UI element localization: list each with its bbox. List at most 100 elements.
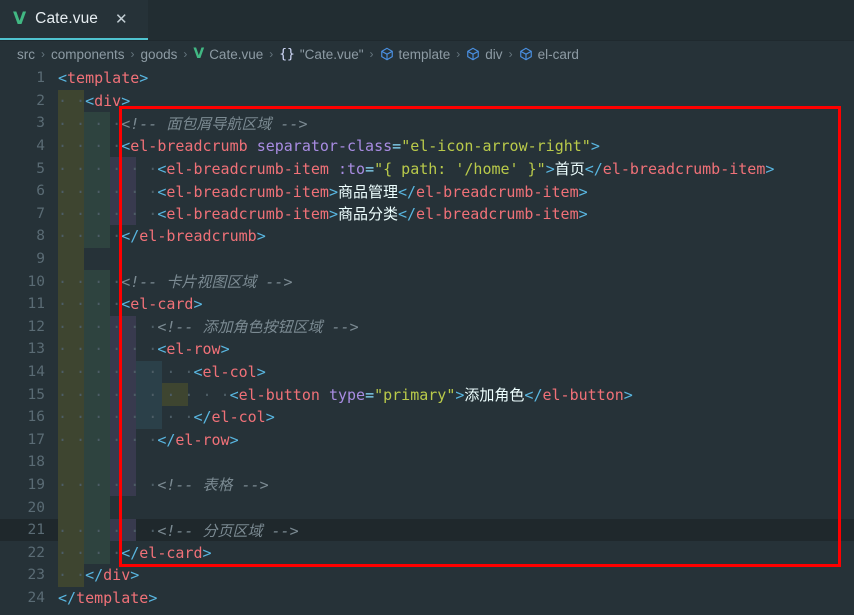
token-tag: div (103, 566, 131, 585)
code-content: · · · · · ·<el-breadcrumb-item>商品管理</el-… (58, 179, 854, 203)
code-line[interactable]: 4 · · · ·<el-breadcrumb separator-class=… (0, 134, 854, 158)
breadcrumb-item-div[interactable]: div (466, 47, 503, 62)
line-number: 7 (36, 205, 45, 222)
code-line[interactable]: 6 · · · · · ·<el-breadcrumb-item>商品管理</e… (0, 179, 854, 203)
code-line[interactable]: 18 (0, 451, 854, 474)
breadcrumb-item-goods[interactable]: goods (141, 47, 178, 62)
line-number: 16 (27, 409, 45, 426)
code-line[interactable]: 5 · · · · · ·<el-breadcrumb-item :to="{ … (0, 157, 854, 180)
breadcrumb-item-template[interactable]: template (380, 47, 450, 62)
code-content: · ·<div> (58, 89, 854, 113)
token-tag: el-col (202, 363, 257, 382)
breadcrumb-item-cate-vue-symbol[interactable]: {} "Cate.vue" (279, 47, 363, 62)
code-line[interactable]: 12 · · · · · ·<!-- 添加角色按钮区域 --> (0, 315, 854, 339)
line-number: 14 (27, 364, 45, 381)
code-content (58, 247, 854, 271)
code-line[interactable]: 14 · · · · · · · ·<el-col> (0, 360, 854, 384)
chevron-right-icon: › (369, 47, 374, 61)
code-content: · · · · · ·<!-- 添加角色按钮区域 --> (58, 315, 854, 339)
code-line[interactable]: 23 · ·</div> (0, 564, 854, 587)
token-attr: :to (337, 160, 366, 179)
line-number: 2 (36, 92, 45, 109)
token-comment: <!-- 面包屑导航区域 --> (121, 114, 308, 133)
line-number: 6 (36, 183, 45, 200)
code-content: · · · ·<!-- 卡片视图区域 --> (58, 270, 854, 293)
token-text: 商品分类 (337, 205, 398, 224)
token-string: "el-icon-arrow-right" (401, 137, 591, 156)
code-line[interactable]: 11 · · · ·<el-card> (0, 292, 854, 316)
breadcrumb-label: components (51, 46, 125, 62)
chevron-right-icon: › (41, 47, 45, 61)
line-number: 19 (27, 476, 45, 493)
token-comment: <!-- 表格 --> (157, 476, 269, 495)
breadcrumb-item-el-card[interactable]: el-card (519, 47, 579, 62)
code-content: · · · ·</el-card> (58, 541, 854, 565)
cube-icon (519, 47, 533, 61)
chevron-right-icon: › (456, 47, 461, 61)
line-number: 18 (27, 454, 45, 471)
code-line[interactable]: 10 · · · ·<!-- 卡片视图区域 --> (0, 270, 854, 293)
breadcrumb-label: Cate.vue (209, 46, 264, 62)
code-content: · · · ·<el-card> (58, 292, 854, 316)
chevron-right-icon: › (130, 47, 135, 61)
code-content: <template> (58, 69, 149, 88)
code-line[interactable]: 17 · · · · · ·</el-row> (0, 428, 854, 452)
code-line[interactable]: 3 · · · ·<!-- 面包屑导航区域 --> (0, 112, 854, 135)
code-content: · · · ·<el-breadcrumb separator-class="e… (58, 134, 854, 158)
code-line[interactable]: 19 · · · · · ·<!-- 表格 --> (0, 473, 854, 497)
token-tag: template (67, 69, 140, 88)
token-tag: el-breadcrumb-item (602, 160, 766, 179)
code-content: · · · · · ·<el-breadcrumb-item>商品分类</el-… (58, 202, 854, 226)
line-number: 24 (27, 589, 45, 606)
code-line[interactable]: 9 (0, 247, 854, 271)
tab-cate-vue[interactable]: V Cate.vue ✕ (0, 0, 148, 40)
token-tag: el-breadcrumb-item (416, 182, 579, 201)
breadcrumb-label: el-card (537, 46, 579, 62)
code-line[interactable]: 16 · · · · · · · ·</el-col> (0, 405, 854, 429)
token-tag: template (76, 588, 149, 607)
token-text: 商品管理 (337, 182, 398, 201)
code-line[interactable]: 13 · · · · · ·<el-row> (0, 338, 854, 361)
code-line[interactable]: 15 · · · · · · · · · ·<el-button type="p… (0, 383, 854, 406)
code-line[interactable]: 24 </template> (0, 587, 854, 610)
vscode-editor-window: V Cate.vue ✕ src › components › goods › … (0, 0, 854, 615)
breadcrumb-label: "Cate.vue" (299, 46, 364, 62)
editor-tab-bar: V Cate.vue ✕ (0, 0, 854, 41)
tab-label: Cate.vue (35, 10, 99, 27)
token-text: 添加角色 (464, 386, 525, 405)
token-tag: div (94, 91, 122, 110)
code-content: · · · · · ·<el-breadcrumb-item :to="{ pa… (58, 157, 854, 180)
code-line[interactable]: 22 · · · ·</el-card> (0, 541, 854, 565)
code-content (58, 496, 854, 519)
line-number: 23 (27, 567, 45, 584)
token-string: "primary" (374, 386, 456, 405)
cube-icon (466, 47, 480, 61)
token-tag: el-card (130, 295, 194, 314)
token-text: 首页 (554, 160, 585, 179)
code-content: · · · · · · · ·<el-col> (58, 360, 854, 384)
breadcrumb-item-cate-vue[interactable]: V Cate.vue (193, 46, 263, 62)
close-icon[interactable]: ✕ (115, 12, 128, 27)
code-line[interactable]: 1 <template> (0, 67, 854, 90)
line-number: 1 (36, 70, 45, 87)
line-number: 5 (36, 160, 45, 177)
breadcrumb-label: src (17, 46, 35, 62)
code-line[interactable]: 2 · ·<div> (0, 89, 854, 113)
token-tag: el-card (139, 543, 203, 562)
line-number: 20 (27, 499, 45, 516)
vue-v-icon: V (13, 8, 27, 29)
code-line[interactable]: 8 · · · ·</el-breadcrumb> (0, 225, 854, 248)
code-content: · · · · · ·<!-- 分页区域 --> (58, 518, 854, 542)
code-editor[interactable]: 1 <template> 2 · ·<div> 3 · · · ·<!-- 面包… (0, 67, 854, 615)
code-line[interactable]: 7 · · · · · ·<el-breadcrumb-item>商品分类</e… (0, 202, 854, 226)
code-content: </template> (58, 588, 158, 607)
breadcrumb-item-components[interactable]: components (51, 47, 125, 62)
line-number: 12 (27, 318, 45, 335)
breadcrumb-item-src[interactable]: src (17, 47, 35, 62)
line-number: 3 (36, 115, 45, 132)
vue-v-icon: V (193, 46, 205, 62)
code-line[interactable]: 20 (0, 496, 854, 519)
code-line-current[interactable]: 21 · · · · · ·<!-- 分页区域 --> (0, 518, 854, 542)
token-tag: el-breadcrumb (130, 137, 248, 156)
token-tag: el-breadcrumb-item (166, 205, 329, 224)
